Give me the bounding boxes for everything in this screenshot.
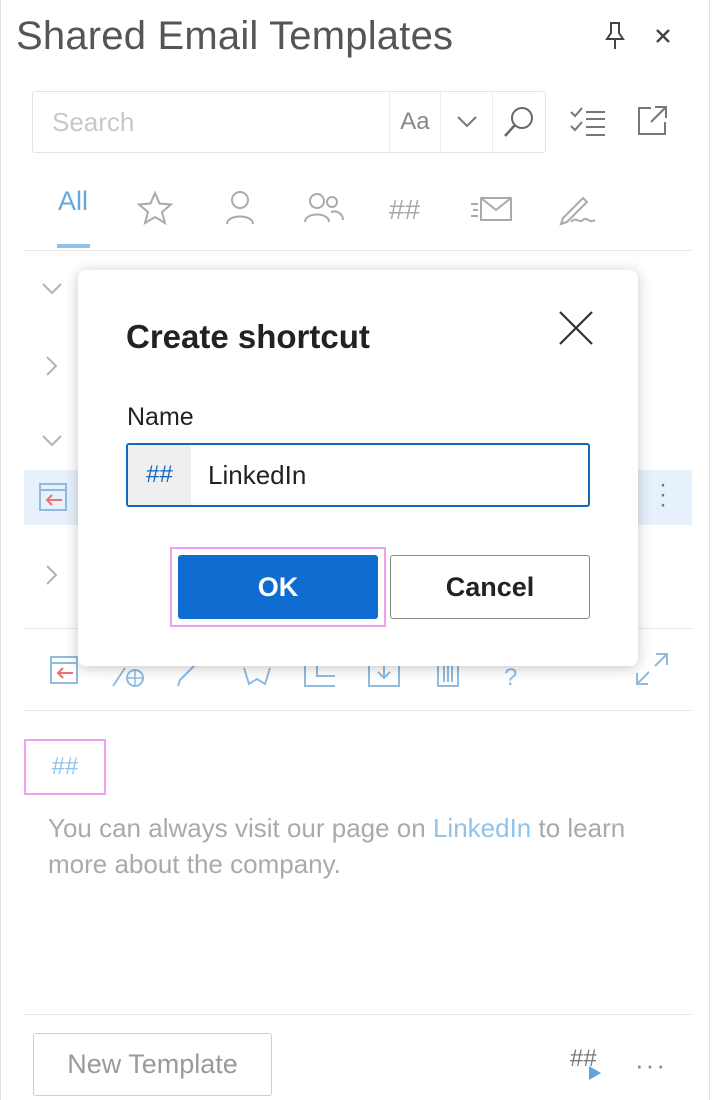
signature-icon[interactable] <box>557 190 597 226</box>
template-preview-text: You can always visit our page on LinkedI… <box>48 810 648 882</box>
close-icon[interactable] <box>645 18 681 54</box>
preview-link[interactable]: LinkedIn <box>433 813 531 843</box>
shared-email-templates-pane: Shared Email Templates Aa All ## <box>0 0 710 1100</box>
more-horizontal-icon[interactable]: ··· <box>635 1050 667 1081</box>
search-icon[interactable] <box>492 92 545 152</box>
chevron-down-icon[interactable] <box>439 92 493 152</box>
mail-send-icon[interactable] <box>471 194 513 224</box>
chevron-down-icon[interactable] <box>41 434 63 448</box>
tab-all[interactable]: All <box>47 186 99 250</box>
shortcut-name-field: ## <box>126 443 590 507</box>
chevron-down-icon[interactable] <box>41 282 63 296</box>
divider <box>24 1014 692 1015</box>
help-icon[interactable]: ? <box>504 664 517 692</box>
hash-icon[interactable]: ## <box>389 194 420 226</box>
close-icon[interactable] <box>556 308 596 348</box>
chevron-right-icon[interactable] <box>45 355 59 377</box>
checklist-icon[interactable] <box>569 104 607 140</box>
cancel-button[interactable]: Cancel <box>390 555 590 619</box>
shortcut-prefix: ## <box>128 445 191 505</box>
insert-template-icon[interactable] <box>49 655 79 685</box>
shortcut-tag[interactable]: ## <box>24 739 106 795</box>
preview-text-before: You can always visit our page on <box>48 813 433 843</box>
pane-title: Shared Email Templates <box>16 14 454 58</box>
insert-shortcut-icon[interactable]: ## <box>569 1046 607 1080</box>
svg-text:##: ## <box>570 1046 597 1072</box>
people-icon[interactable] <box>304 192 344 224</box>
ok-button[interactable]: OK <box>178 555 378 619</box>
name-label: Name <box>127 403 194 431</box>
chevron-right-icon[interactable] <box>45 564 59 586</box>
search-input[interactable] <box>33 92 389 152</box>
divider <box>24 250 692 251</box>
template-insert-icon <box>38 482 68 512</box>
expand-icon[interactable] <box>635 652 669 686</box>
more-vertical-icon[interactable]: · · · <box>655 473 671 517</box>
open-external-icon[interactable] <box>635 104 669 138</box>
divider <box>24 710 692 711</box>
search-box: Aa <box>32 91 546 153</box>
person-icon[interactable] <box>225 190 255 226</box>
match-case-button[interactable]: Aa <box>389 92 440 152</box>
dialog-title: Create shortcut <box>126 318 370 355</box>
tab-active-indicator <box>57 244 90 248</box>
shortcut-name-input[interactable] <box>191 445 588 505</box>
create-shortcut-dialog: Create shortcut Name ## OK Cancel <box>78 270 638 666</box>
star-icon[interactable] <box>137 191 173 225</box>
pin-icon[interactable] <box>597 18 633 54</box>
new-template-button[interactable]: New Template <box>33 1033 272 1096</box>
